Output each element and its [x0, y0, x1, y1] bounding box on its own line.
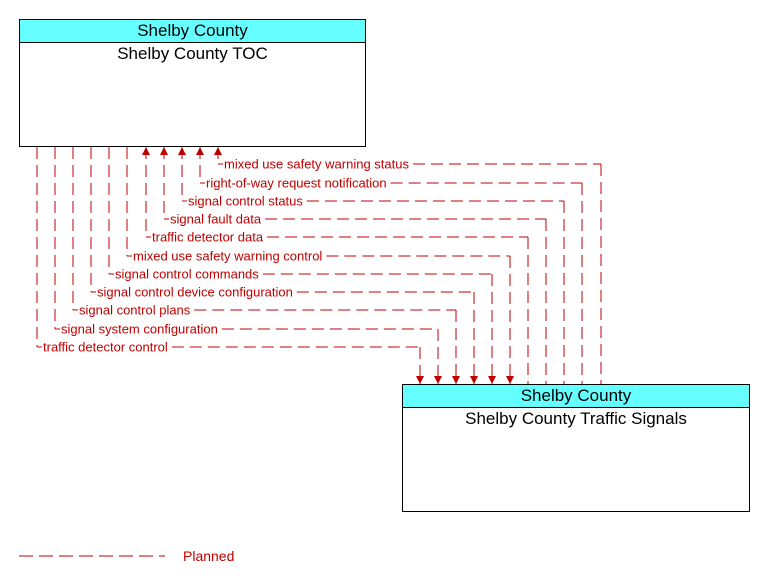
legend	[19, 555, 165, 557]
legend-planned-label: Planned	[183, 548, 235, 564]
